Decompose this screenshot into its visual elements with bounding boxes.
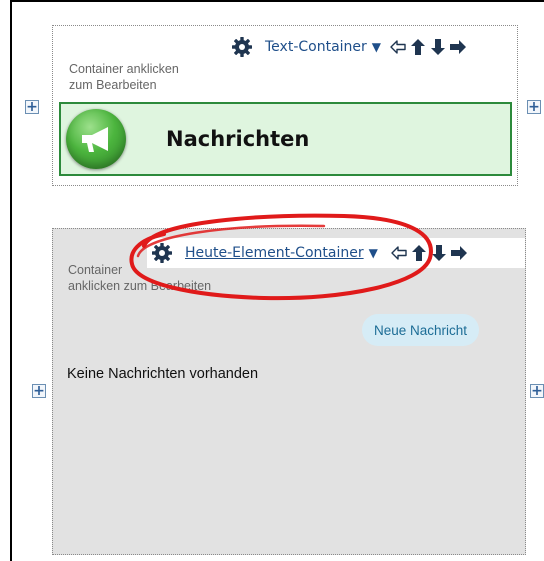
plus-icon: +: [33, 383, 45, 399]
add-right-button[interactable]: +: [530, 384, 544, 398]
arrow-right-icon[interactable]: [450, 244, 468, 262]
add-right-button[interactable]: +: [527, 100, 541, 114]
arrow-left-icon[interactable]: [390, 244, 408, 262]
arrow-up-icon[interactable]: [409, 38, 427, 56]
edit-hint-line: zum Bearbeiten: [69, 78, 157, 92]
chevron-down-icon[interactable]: ▼: [372, 40, 381, 54]
megaphone-icon: [66, 109, 126, 169]
arrow-left-icon[interactable]: [389, 38, 407, 56]
edit-hint-line: Container anklicken: [69, 62, 179, 76]
gear-icon[interactable]: [231, 36, 253, 58]
text-container-toolbar: Text-Container ▼: [227, 32, 517, 62]
plus-icon: +: [531, 383, 543, 399]
empty-state-text: Keine Nachrichten vorhanden: [67, 366, 259, 382]
arrow-up-icon[interactable]: [410, 244, 428, 262]
arrow-down-icon[interactable]: [430, 244, 448, 262]
gear-icon[interactable]: [151, 242, 173, 264]
plus-icon: +: [26, 99, 38, 115]
page-title: Nachrichten: [166, 127, 310, 151]
container-type-dropdown[interactable]: Text-Container: [265, 39, 367, 55]
add-left-button[interactable]: +: [32, 384, 46, 398]
edit-hint-line: anklicken zum Bearbeiten: [68, 279, 212, 293]
arrow-right-icon[interactable]: [449, 38, 467, 56]
container-type-dropdown[interactable]: Heute-Element-Container: [185, 245, 364, 261]
news-banner[interactable]: Nachrichten: [59, 102, 512, 176]
edit-hint: Container anklicken zum Bearbeiten: [69, 61, 179, 93]
add-left-button[interactable]: +: [25, 100, 39, 114]
plus-icon: +: [528, 99, 540, 115]
edit-hint: Container anklicken zum Bearbeiten: [68, 262, 211, 294]
new-message-button[interactable]: Neue Nachricht: [362, 314, 480, 346]
edit-hint-line: Container: [68, 263, 123, 277]
arrow-down-icon[interactable]: [429, 38, 447, 56]
chevron-down-icon[interactable]: ▼: [369, 246, 378, 260]
